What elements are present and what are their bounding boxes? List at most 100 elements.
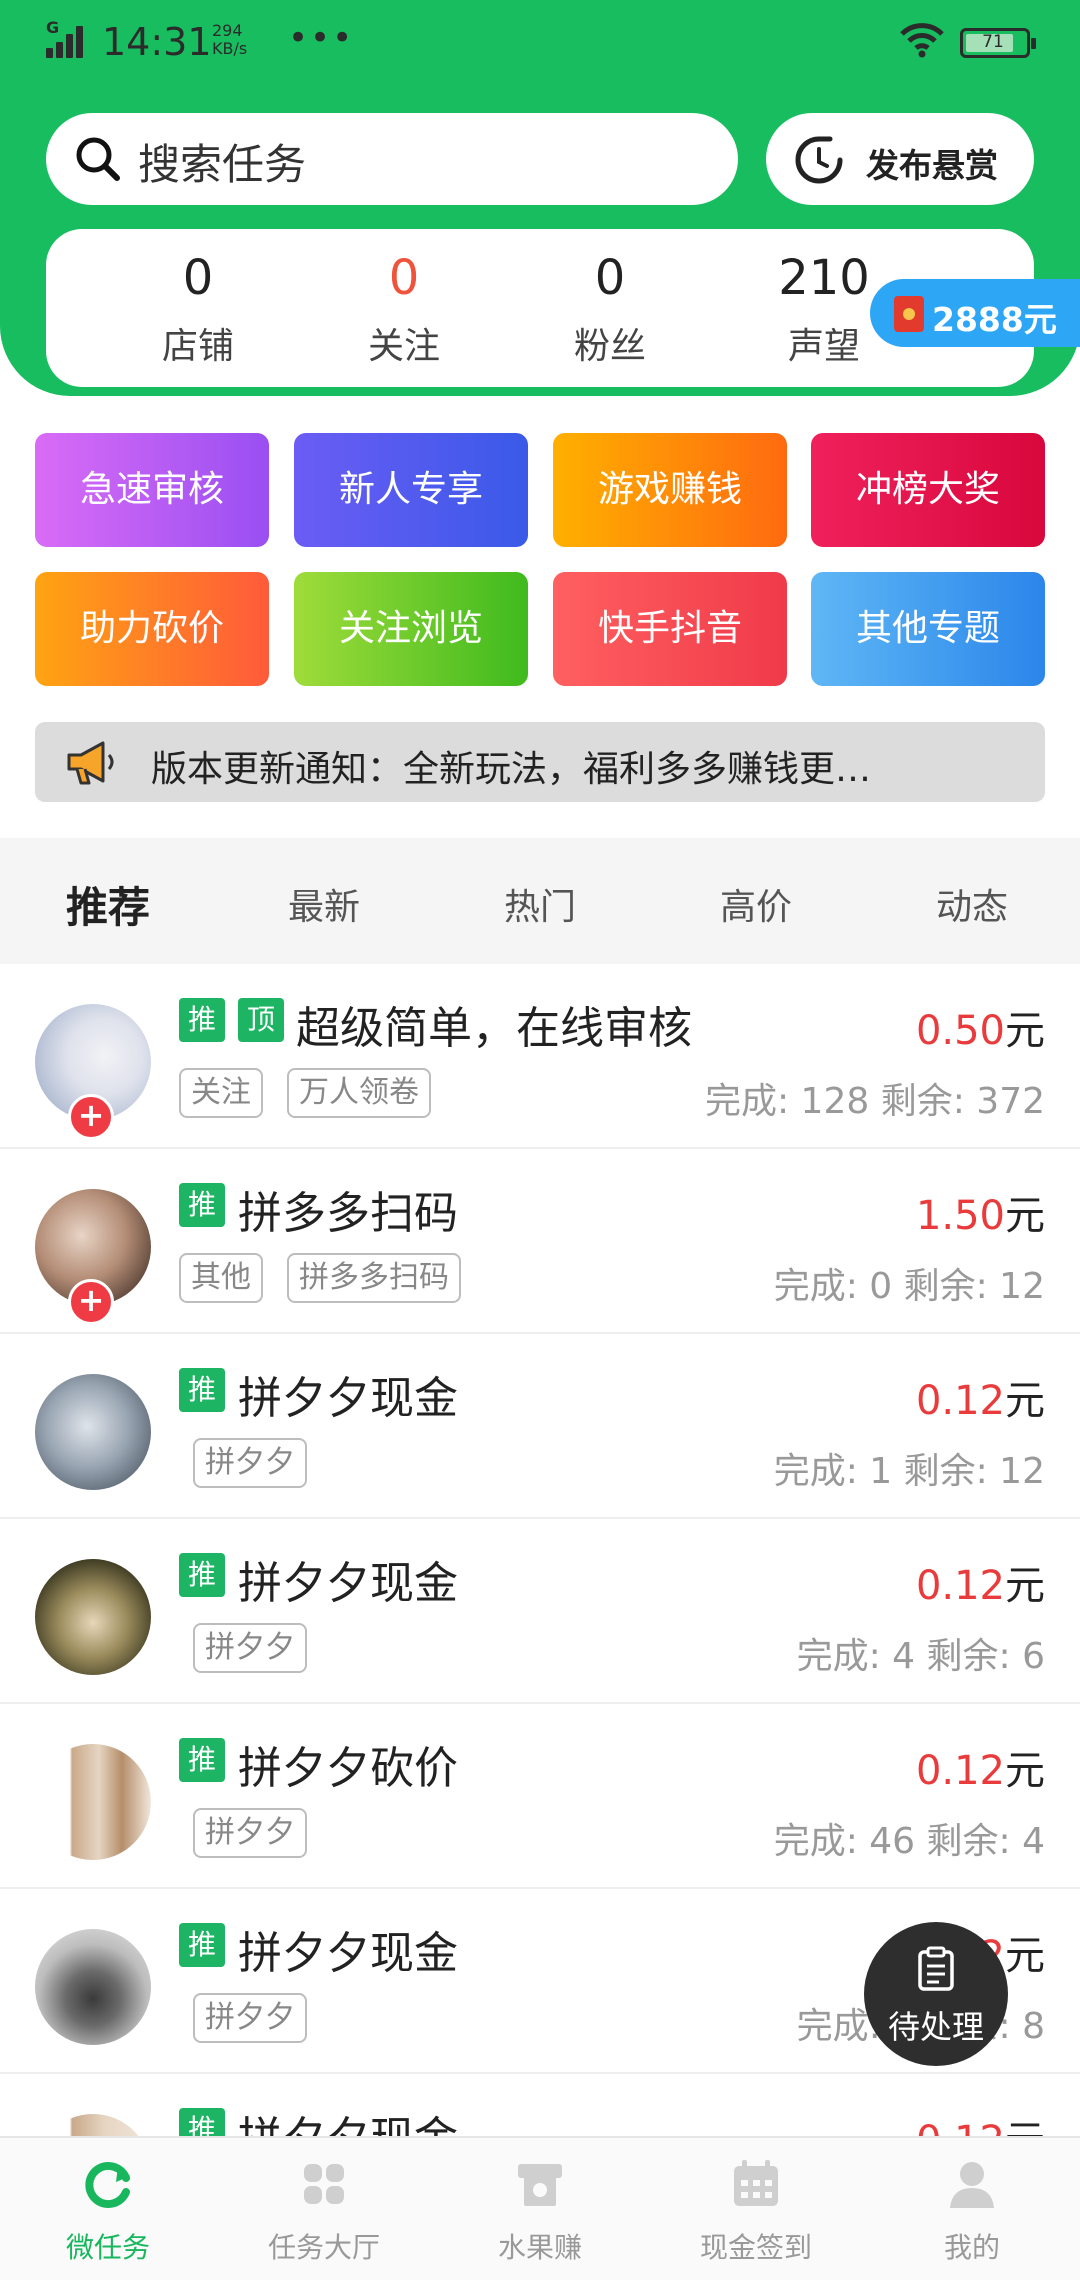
publish-reward-button[interactable]: 发布悬赏 bbox=[766, 113, 1034, 205]
price-value: 0.12 bbox=[916, 2118, 1005, 2136]
task-title: 拼夕夕现金 bbox=[238, 1373, 458, 1424]
stat-shops[interactable]: 0 店铺 bbox=[108, 247, 288, 369]
task-tag: 拼夕夕 bbox=[193, 1623, 307, 1673]
stat-value: 0 bbox=[594, 250, 626, 306]
recommend-badge: 推 bbox=[179, 1738, 225, 1782]
task-row[interactable]: + 推 拼多多扫码 其他 拼多多扫码 1.50元 完成: 0 剩余: 12 bbox=[0, 1149, 1080, 1334]
category-ranking-prize[interactable]: 冲榜大奖 bbox=[811, 433, 1045, 547]
task-title: 超级简单，在线审核 bbox=[296, 1003, 692, 1054]
task-row[interactable]: 推 拼夕夕砍价 拼夕夕 0.12元 完成: 46 剩余: 4 bbox=[0, 1704, 1080, 1889]
task-progress: 完成: 1 剩余: 12 bbox=[773, 1451, 1045, 1492]
category-kuaishou-douyin[interactable]: 快手抖音 bbox=[553, 572, 787, 686]
pending-button[interactable]: 待处理 bbox=[864, 1922, 1008, 2066]
price-unit: 元 bbox=[1005, 1748, 1045, 1794]
category-other-topics[interactable]: 其他专题 bbox=[811, 572, 1045, 686]
recommend-badge: 推 bbox=[179, 998, 225, 1042]
search-placeholder: 搜索任务 bbox=[138, 140, 307, 189]
nav-micro-tasks[interactable]: 微任务 bbox=[0, 2138, 216, 2280]
nav-label: 微任务 bbox=[65, 2231, 150, 2264]
nav-label: 水果赚 bbox=[497, 2231, 582, 2264]
price-unit: 元 bbox=[1005, 1933, 1045, 1979]
stat-fans[interactable]: 0 粉丝 bbox=[520, 247, 700, 369]
clock: 14:31 bbox=[102, 20, 212, 64]
tab-activity[interactable]: 动态 bbox=[892, 878, 1052, 930]
nav-mine[interactable]: 我的 bbox=[864, 2138, 1080, 2280]
pending-label: 待处理 bbox=[887, 2008, 984, 2046]
nav-label: 我的 bbox=[943, 2231, 1000, 2264]
task-price: 0.12元 bbox=[916, 1368, 1045, 1426]
follow-plus-icon[interactable]: + bbox=[68, 1279, 114, 1325]
task-title: 拼夕夕现金 bbox=[238, 2102, 458, 2136]
nav-cash-checkin[interactable]: 现金签到 bbox=[648, 2138, 864, 2280]
task-row[interactable]: 推 拼夕夕现金 0.12元 bbox=[0, 2074, 1080, 2136]
red-envelope-icon bbox=[894, 296, 924, 332]
tab-hot[interactable]: 热门 bbox=[460, 878, 620, 930]
bottom-nav: 微任务 任务大厅 水果赚 现金签到 我的 bbox=[0, 2136, 1080, 2280]
notice-bar[interactable]: 版本更新通知：全新玩法，福利多多赚钱更… bbox=[35, 722, 1045, 802]
megaphone-icon bbox=[63, 737, 119, 791]
task-price: 0.12元 bbox=[916, 2108, 1045, 2136]
search-icon bbox=[74, 135, 122, 187]
tab-latest[interactable]: 最新 bbox=[244, 878, 404, 930]
notice-text: 版本更新通知：全新玩法，福利多多赚钱更… bbox=[151, 749, 872, 790]
avatar[interactable] bbox=[35, 1744, 151, 1860]
price-value: 0.12 bbox=[915, 1748, 1005, 1794]
search-bar[interactable]: 搜索任务 bbox=[46, 113, 738, 205]
task-progress: 完成: 0 剩余: 12 bbox=[773, 1266, 1045, 1307]
task-row[interactable]: 推 拼夕夕现金 拼夕夕 0.12元 完成: 1 剩余: 12 bbox=[0, 1334, 1080, 1519]
task-title: 拼夕夕砍价 bbox=[238, 1743, 458, 1794]
task-progress: 完成: 46 剩余: 4 bbox=[773, 1821, 1045, 1862]
feed-tabs: 推荐 最新 热门 高价 动态 bbox=[0, 838, 1080, 964]
more-notifications-icon: ••• bbox=[288, 18, 355, 58]
stat-label: 店铺 bbox=[161, 326, 234, 367]
avatar[interactable] bbox=[35, 1559, 151, 1675]
refresh-clock-icon bbox=[792, 133, 846, 191]
red-packet-amount: 2888元 bbox=[932, 300, 1057, 339]
calendar-icon bbox=[728, 2154, 784, 2214]
price-unit: 元 bbox=[1005, 1193, 1045, 1239]
nav-task-hall[interactable]: 任务大厅 bbox=[216, 2138, 432, 2280]
red-packet-button[interactable]: 2888元 bbox=[870, 279, 1080, 347]
stat-label: 关注 bbox=[367, 326, 440, 367]
category-fast-review[interactable]: 急速审核 bbox=[35, 433, 269, 547]
nav-label: 现金签到 bbox=[699, 2231, 812, 2264]
task-tag: 拼多多扫码 bbox=[287, 1253, 461, 1303]
recommend-badge: 推 bbox=[179, 1553, 225, 1597]
price-value: 0.50 bbox=[915, 1008, 1005, 1054]
user-icon bbox=[944, 2154, 1000, 2214]
network-type-label: G bbox=[46, 18, 60, 37]
tab-high-price[interactable]: 高价 bbox=[676, 878, 836, 930]
category-bargain-help[interactable]: 助力砍价 bbox=[35, 572, 269, 686]
price-value: 1.50 bbox=[915, 1193, 1005, 1239]
stat-following[interactable]: 0 关注 bbox=[314, 247, 494, 369]
speed-unit: KB/s bbox=[212, 39, 248, 58]
battery-level: 71 bbox=[982, 32, 1004, 52]
grid-icon bbox=[296, 2154, 352, 2214]
category-game-earn[interactable]: 游戏赚钱 bbox=[553, 433, 787, 547]
recommend-badge: 推 bbox=[179, 1183, 225, 1227]
price-value: 0.12 bbox=[915, 1563, 1005, 1609]
stat-value: 0 bbox=[388, 250, 420, 306]
task-tag: 关注 bbox=[179, 1068, 263, 1118]
avatar[interactable] bbox=[35, 1929, 151, 2045]
category-newcomer[interactable]: 新人专享 bbox=[294, 433, 528, 547]
follow-plus-icon[interactable]: + bbox=[68, 1094, 114, 1140]
task-tag: 万人领卷 bbox=[287, 1068, 431, 1118]
avatar[interactable] bbox=[35, 2114, 151, 2136]
stat-value: 0 bbox=[182, 250, 214, 306]
avatar[interactable] bbox=[35, 1374, 151, 1490]
tab-recommend[interactable]: 推荐 bbox=[28, 874, 188, 935]
publish-reward-label: 发布悬赏 bbox=[866, 146, 998, 185]
task-progress: 完成: 4 剩余: 6 bbox=[796, 1636, 1045, 1677]
task-price: 1.50元 bbox=[916, 1183, 1045, 1241]
price-value: 0.12 bbox=[915, 1378, 1005, 1424]
recommend-badge: 推 bbox=[179, 1923, 225, 1967]
task-progress: 完成: 128 剩余: 372 bbox=[704, 1081, 1045, 1122]
clipboard-icon bbox=[917, 1946, 955, 1996]
nav-fruit-earn[interactable]: 水果赚 bbox=[432, 2138, 648, 2280]
category-follow-browse[interactable]: 关注浏览 bbox=[294, 572, 528, 686]
task-row[interactable]: + 推 顶 超级简单，在线审核 关注 万人领卷 0.50元 完成: 128 剩余… bbox=[0, 964, 1080, 1149]
task-row[interactable]: 推 拼夕夕现金 拼夕夕 0.12元 完成: 4 剩余: 6 bbox=[0, 1519, 1080, 1704]
recommend-badge: 推 bbox=[179, 1368, 225, 1412]
price-unit: 元 bbox=[1005, 1008, 1045, 1054]
